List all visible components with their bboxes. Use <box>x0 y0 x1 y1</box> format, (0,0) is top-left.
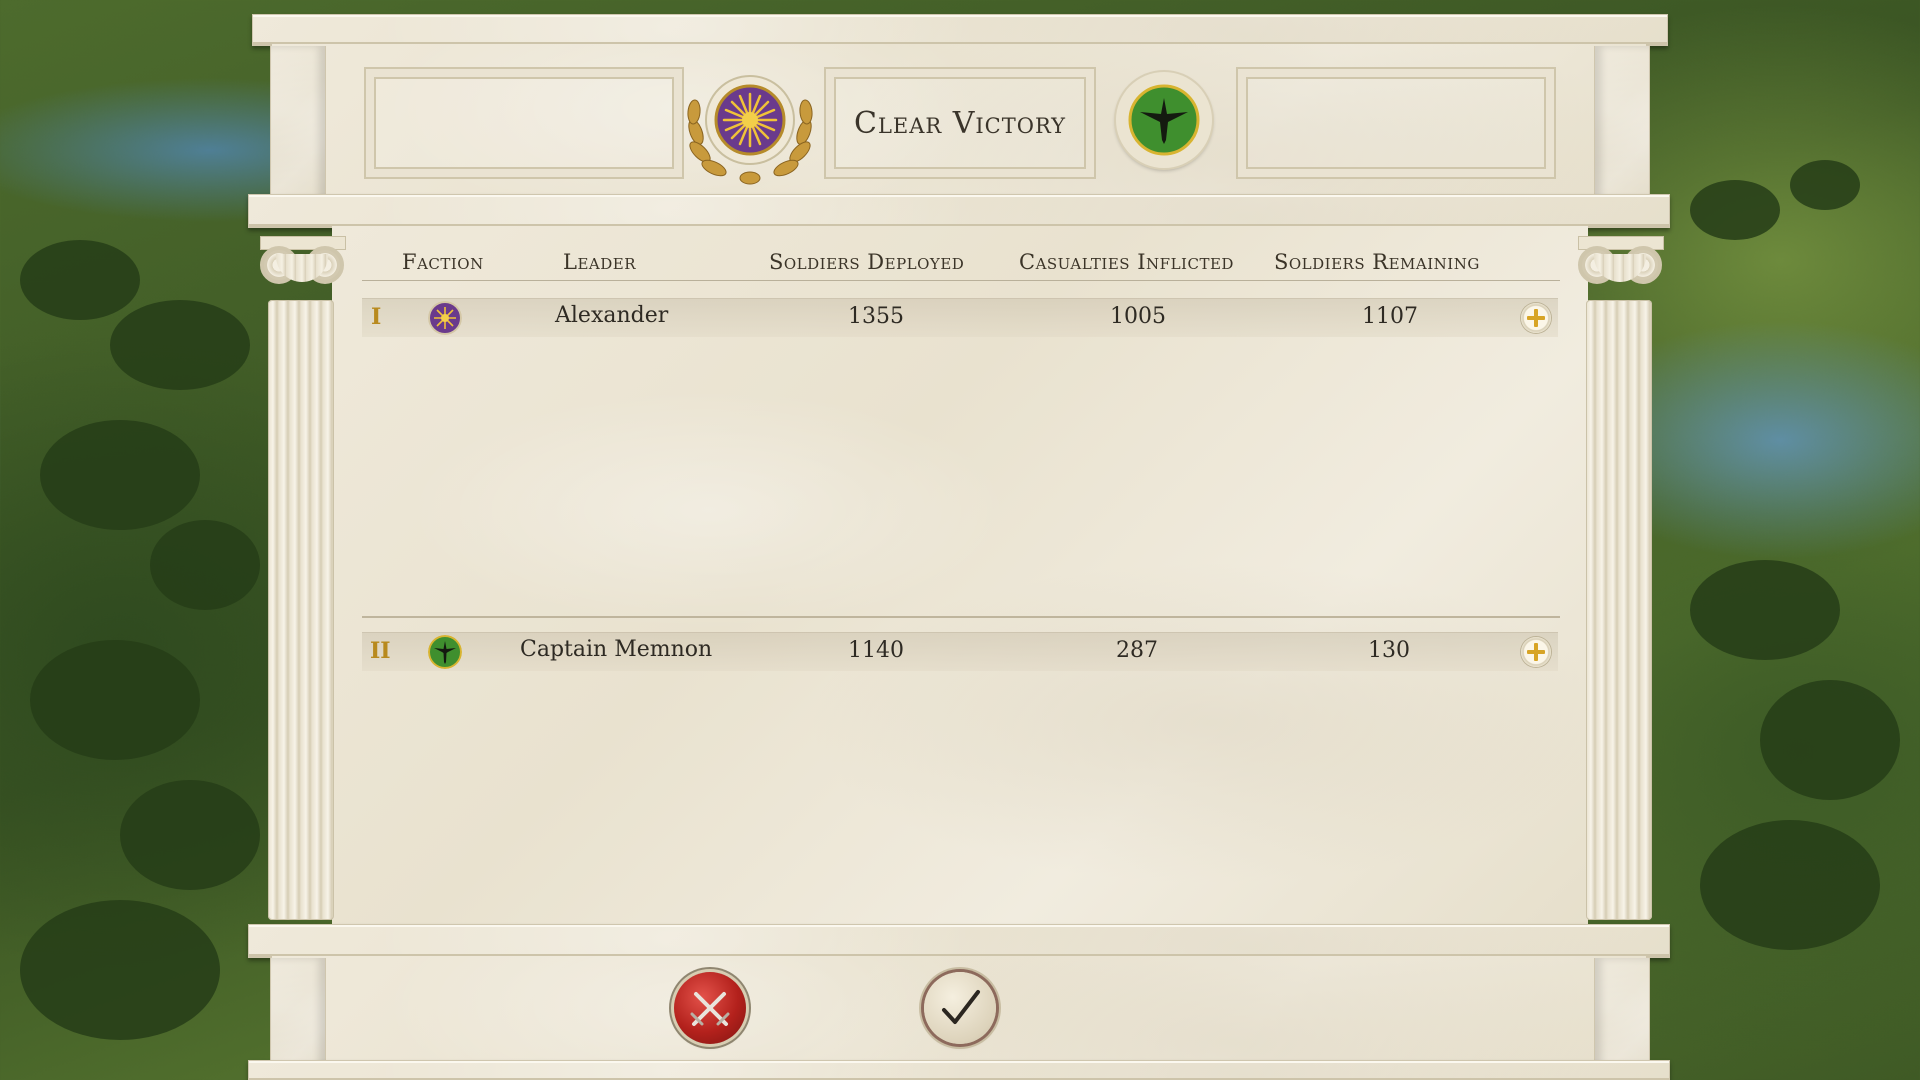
leader-name: Alexander <box>555 303 669 328</box>
top-beam <box>252 14 1668 46</box>
column-left <box>268 300 334 920</box>
macedon-sun-icon <box>428 301 462 335</box>
column-right-capital <box>1578 236 1664 296</box>
eagle-icon <box>1128 84 1200 156</box>
rank-label: II <box>370 638 391 664</box>
army-divider <box>362 616 1560 618</box>
enemy-faction-emblem <box>1116 72 1212 168</box>
expand-army-button[interactable] <box>1521 637 1551 667</box>
result-title-box: Clear Victory <box>824 67 1096 179</box>
fight-again-button[interactable] <box>674 972 746 1044</box>
green-eagle-icon <box>428 635 462 669</box>
soldiers-deployed: 1355 <box>848 304 904 329</box>
rank-label: I <box>371 304 382 330</box>
header-divider <box>362 280 1560 281</box>
expand-army-button[interactable] <box>1521 303 1551 333</box>
battle-result-title: Clear Victory <box>853 105 1067 141</box>
confirm-button[interactable] <box>924 972 996 1044</box>
enemy-info-box <box>1236 67 1556 179</box>
column-right <box>1586 300 1652 920</box>
soldiers-remaining: 130 <box>1368 638 1410 663</box>
player-info-box <box>364 67 684 179</box>
column-left-capital <box>260 236 346 296</box>
header-pillar-left <box>270 46 326 206</box>
column-header-faction: Faction <box>402 250 484 274</box>
player-faction-emblem <box>682 70 818 190</box>
soldiers-remaining: 1107 <box>1362 304 1418 329</box>
laurel-wreath-icon <box>687 75 813 185</box>
casualties-inflicted: 1005 <box>1110 304 1166 329</box>
column-header-soldiers-deployed: Soldiers Deployed <box>769 250 965 274</box>
checkmark-icon <box>942 990 980 1024</box>
middle-beam <box>248 194 1670 228</box>
base-beam <box>248 1060 1670 1080</box>
soldiers-deployed: 1140 <box>848 638 904 663</box>
crossed-swords-icon <box>690 992 730 1026</box>
table-row: I Alexander 1355 1005 1107 <box>362 298 1558 337</box>
column-header-soldiers-remaining: Soldiers Remaining <box>1274 250 1480 274</box>
column-header-casualties-inflicted: Casualties Inflicted <box>1019 250 1234 274</box>
casualties-inflicted: 287 <box>1116 638 1158 663</box>
bottom-beam <box>248 924 1670 958</box>
header-pillar-right <box>1594 46 1650 206</box>
table-row: II Captain Memnon 1140 287 130 <box>362 632 1558 671</box>
leader-name: Captain Memnon <box>520 637 713 662</box>
column-header-leader: Leader <box>563 250 636 274</box>
